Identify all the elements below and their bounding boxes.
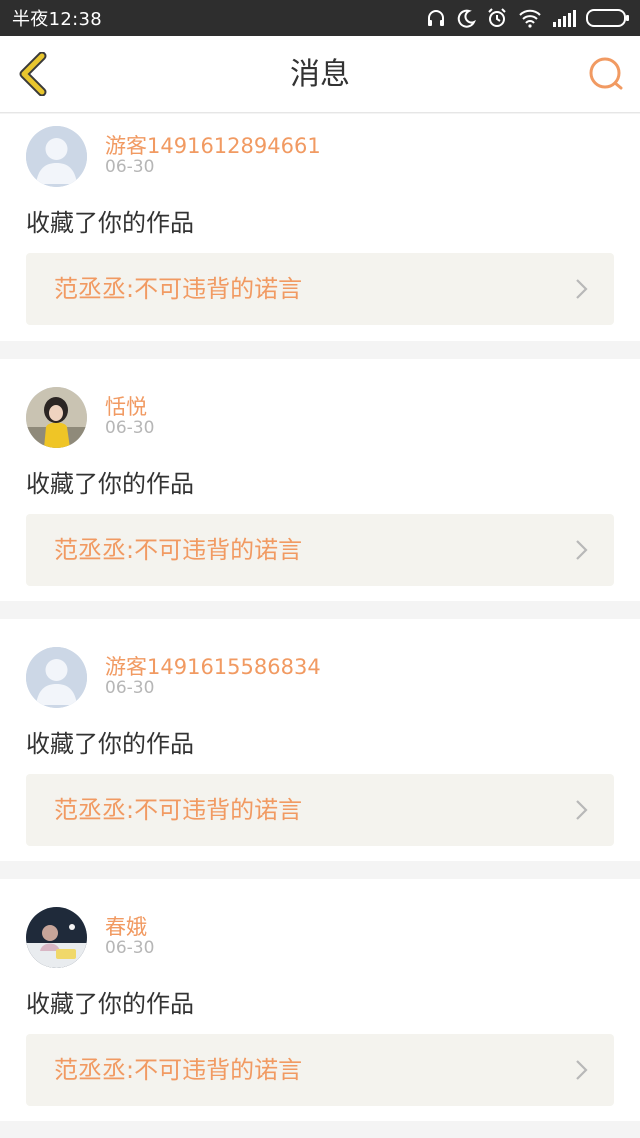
avatar[interactable] xyxy=(26,907,87,968)
chevron-right-icon xyxy=(576,279,588,299)
alarm-icon xyxy=(488,8,506,27)
action-text: 收藏了你的作品 xyxy=(26,209,194,237)
work-title: 范丞丞:不可违背的诺言 xyxy=(54,1056,303,1084)
status-time: 半夜12:38 xyxy=(12,9,102,30)
avatar[interactable] xyxy=(26,387,87,448)
header: 消息 xyxy=(0,36,640,113)
search-icon xyxy=(589,57,623,90)
message-date: 06-30 xyxy=(105,678,155,698)
username[interactable]: 恬悦 xyxy=(105,391,147,421)
action-text: 收藏了你的作品 xyxy=(26,470,194,498)
default-avatar-icon xyxy=(26,647,87,708)
username[interactable]: 游客1491615586834 xyxy=(105,651,321,681)
message-date: 06-30 xyxy=(105,157,155,177)
default-avatar-icon xyxy=(26,126,87,187)
photo-avatar-icon xyxy=(26,907,87,968)
message-date: 06-30 xyxy=(105,418,155,438)
work-title: 范丞丞:不可违背的诺言 xyxy=(54,536,303,564)
page-title: 消息 xyxy=(290,57,350,92)
message-card: 恬悦 06-30 收藏了你的作品 范丞丞:不可违背的诺言 xyxy=(0,359,640,601)
avatar[interactable] xyxy=(26,647,87,708)
work-link[interactable]: 范丞丞:不可违背的诺言 xyxy=(26,774,614,846)
work-link[interactable]: 范丞丞:不可违背的诺言 xyxy=(26,514,614,586)
work-link[interactable]: 范丞丞:不可违背的诺言 xyxy=(26,1034,614,1106)
work-link[interactable]: 范丞丞:不可违背的诺言 xyxy=(26,253,614,325)
username[interactable]: 游客1491612894661 xyxy=(105,130,321,160)
battery-icon xyxy=(586,9,629,27)
work-title: 范丞丞:不可违背的诺言 xyxy=(54,796,303,824)
work-title: 范丞丞:不可违背的诺言 xyxy=(54,275,303,303)
photo-avatar-icon xyxy=(26,387,87,448)
status-bar: 半夜12:38 xyxy=(0,0,640,36)
username[interactable]: 春娥 xyxy=(105,911,147,941)
message-date: 06-30 xyxy=(105,938,155,958)
message-card: 春娥 06-30 收藏了你的作品 范丞丞:不可违背的诺言 xyxy=(0,879,640,1121)
message-card: 游客1491615586834 06-30 收藏了你的作品 范丞丞:不可违背的诺… xyxy=(0,619,640,861)
message-card: 游客1491612894661 06-30 收藏了你的作品 范丞丞:不可违背的诺… xyxy=(0,114,640,341)
action-text: 收藏了你的作品 xyxy=(26,990,194,1018)
chevron-right-icon xyxy=(576,800,588,820)
headphones-icon xyxy=(428,10,444,26)
search-button[interactable] xyxy=(586,54,626,94)
message-list: 游客1491612894661 06-30 收藏了你的作品 范丞丞:不可违背的诺… xyxy=(0,114,640,1138)
avatar[interactable] xyxy=(26,126,87,187)
status-icons xyxy=(426,7,630,29)
signal-icon xyxy=(553,10,576,27)
chevron-right-icon xyxy=(576,1060,588,1080)
wifi-icon xyxy=(519,9,541,28)
chevron-right-icon xyxy=(576,540,588,560)
moon-icon xyxy=(457,9,476,28)
action-text: 收藏了你的作品 xyxy=(26,730,194,758)
